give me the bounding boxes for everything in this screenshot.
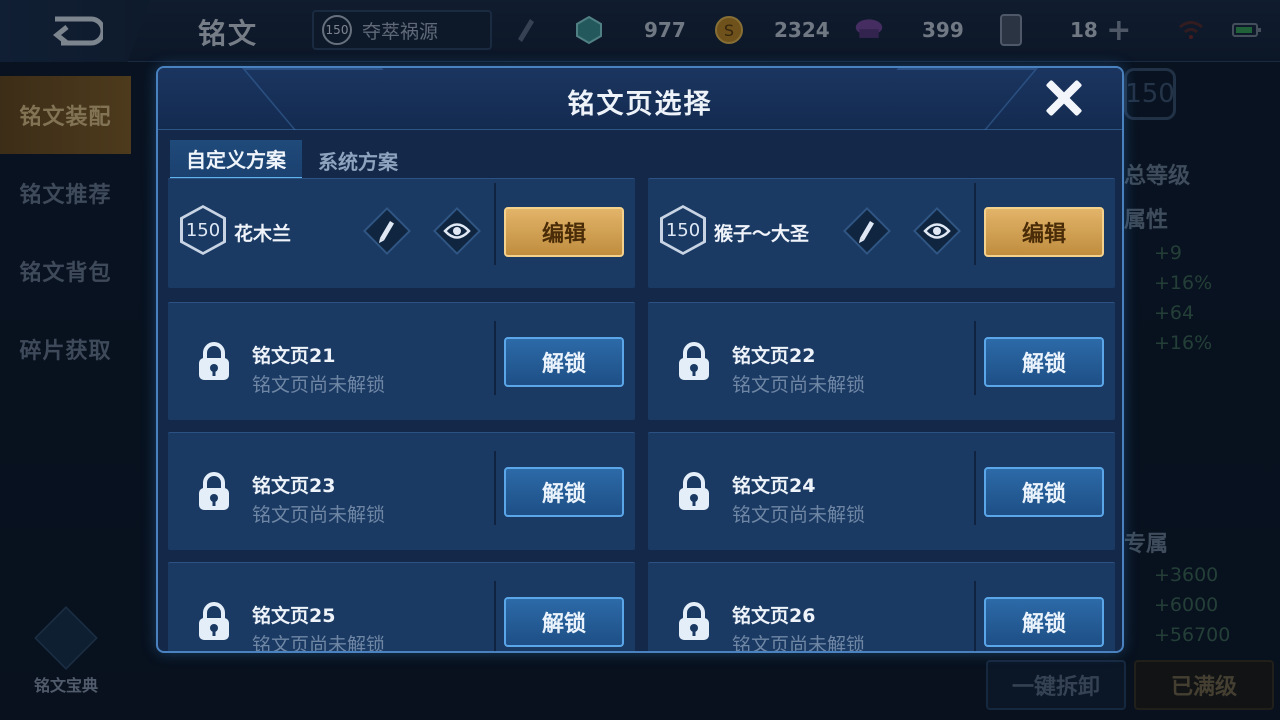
eye-icon xyxy=(912,206,962,256)
divider xyxy=(974,183,976,265)
page-status: 铭文页尚未解锁 xyxy=(732,504,866,526)
locked-page-card[interactable]: 铭文页24 铭文页尚未解锁 解锁 xyxy=(648,432,1115,550)
unlock-button[interactable]: 解锁 xyxy=(984,467,1104,517)
divider xyxy=(974,581,976,651)
locked-page-card[interactable]: 铭文页25 铭文页尚未解锁 解锁 xyxy=(168,562,635,653)
page-status: 铭文页尚未解锁 xyxy=(732,374,866,396)
rename-button[interactable] xyxy=(842,206,892,256)
tab-bar: 自定义方案 系统方案 xyxy=(170,140,414,180)
page-status: 铭文页尚未解锁 xyxy=(252,374,386,396)
divider xyxy=(974,321,976,395)
locked-page-card[interactable]: 铭文页26 铭文页尚未解锁 解锁 xyxy=(648,562,1115,653)
locked-page-card[interactable]: 铭文页22 铭文页尚未解锁 解锁 xyxy=(648,302,1115,420)
dialog-header: 铭文页选择 xyxy=(158,68,1122,130)
lock-icon xyxy=(674,471,714,515)
locked-page-card[interactable]: 铭文页21 铭文页尚未解锁 解锁 xyxy=(168,302,635,420)
unlock-button[interactable]: 解锁 xyxy=(984,337,1104,387)
edit-button[interactable]: 编辑 xyxy=(984,207,1104,257)
page-card[interactable]: 150 猴子～大圣 编辑 xyxy=(648,178,1115,288)
page-name: 铭文页22 xyxy=(732,345,816,367)
lock-icon xyxy=(194,471,234,515)
page-name: 铭文页21 xyxy=(252,345,336,367)
divider xyxy=(494,321,496,395)
page-name: 铭文页24 xyxy=(732,475,816,497)
divider xyxy=(974,451,976,525)
locked-page-card[interactable]: 铭文页23 铭文页尚未解锁 解锁 xyxy=(168,432,635,550)
rename-button[interactable] xyxy=(362,206,412,256)
lock-icon xyxy=(674,601,714,645)
page-select-dialog: 铭文页选择 自定义方案 系统方案 150 花木兰 编辑 150 猴子～大圣 编辑… xyxy=(156,66,1124,653)
pencil-icon xyxy=(842,206,892,256)
lock-icon xyxy=(194,601,234,645)
edit-button[interactable]: 编辑 xyxy=(504,207,624,257)
unlock-button[interactable]: 解锁 xyxy=(504,337,624,387)
page-name: 铭文页26 xyxy=(732,605,816,627)
page-name: 花木兰 xyxy=(234,223,292,245)
divider xyxy=(494,183,496,265)
level-badge: 150 xyxy=(180,205,226,255)
lock-icon xyxy=(674,341,714,385)
preview-button[interactable] xyxy=(432,206,482,256)
divider xyxy=(494,451,496,525)
dialog-title: 铭文页选择 xyxy=(567,89,713,120)
pencil-icon xyxy=(362,206,412,256)
page-card[interactable]: 150 花木兰 编辑 xyxy=(168,178,635,288)
page-status: 铭文页尚未解锁 xyxy=(732,634,866,653)
unlock-button[interactable]: 解锁 xyxy=(504,467,624,517)
close-button[interactable] xyxy=(1042,76,1086,120)
page-status: 铭文页尚未解锁 xyxy=(252,504,386,526)
level-badge: 150 xyxy=(660,205,706,255)
page-name: 猴子～大圣 xyxy=(714,223,810,245)
preview-button[interactable] xyxy=(912,206,962,256)
unlock-button[interactable]: 解锁 xyxy=(984,597,1104,647)
tab-custom[interactable]: 自定义方案 xyxy=(170,140,302,180)
tab-system[interactable]: 系统方案 xyxy=(302,140,414,180)
page-name: 铭文页23 xyxy=(252,475,336,497)
divider xyxy=(494,581,496,651)
page-status: 铭文页尚未解锁 xyxy=(252,634,386,653)
page-name: 铭文页25 xyxy=(252,605,336,627)
lock-icon xyxy=(194,341,234,385)
unlock-button[interactable]: 解锁 xyxy=(504,597,624,647)
eye-icon xyxy=(432,206,482,256)
